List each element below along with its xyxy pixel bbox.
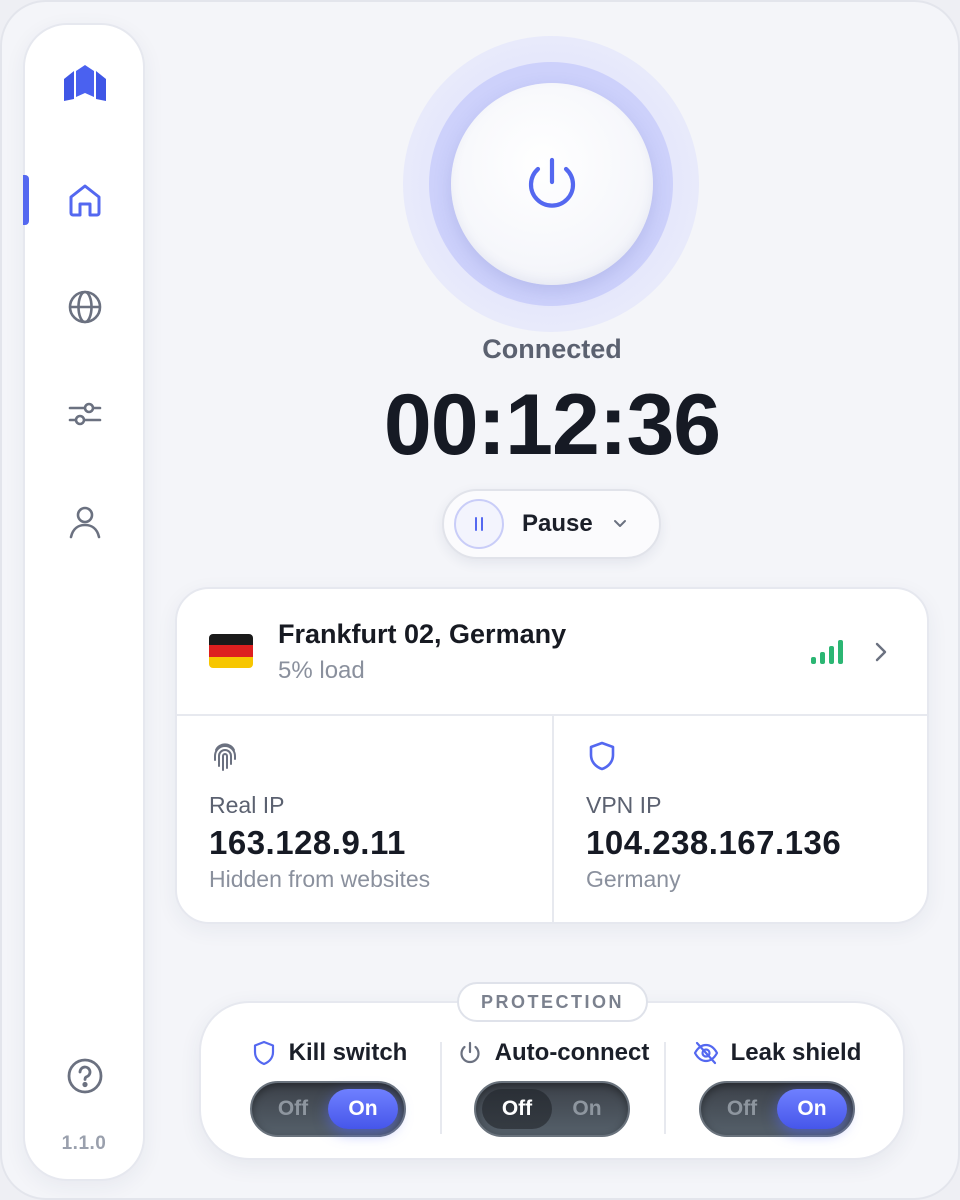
power-icon: [528, 157, 576, 208]
real-ip-title: Real IP: [209, 792, 285, 818]
sidebar: 1.1.0: [23, 23, 145, 1181]
eye-off-icon: [693, 1041, 718, 1065]
toggle-off-option[interactable]: Off: [707, 1089, 777, 1129]
pause-icon: [454, 499, 504, 549]
kill-switch-toggle[interactable]: Off On: [250, 1081, 406, 1137]
auto-connect-label: Auto-connect: [494, 1039, 650, 1066]
protection-label: PROTECTION: [457, 982, 648, 1022]
connection-status: Connected: [482, 334, 622, 364]
sidebar-item-account[interactable]: [56, 493, 114, 551]
leak-shield-label: Leak shield: [730, 1039, 862, 1066]
auto-connect-toggle[interactable]: Off On: [474, 1081, 630, 1137]
user-icon: [69, 506, 101, 539]
vpn-ip-title: VPN IP: [586, 792, 662, 818]
fingerprint-icon: [214, 743, 236, 771]
real-ip-cell: Real IP 163.128.9.11 Hidden from website…: [177, 716, 552, 922]
pause-button[interactable]: Pause: [442, 489, 661, 559]
vpn-ip-location: Germany: [586, 866, 681, 892]
shield-icon: [589, 741, 615, 771]
toggle-on-option[interactable]: On: [552, 1089, 622, 1129]
power-icon: [460, 1041, 480, 1064]
germany-flag-icon: [209, 634, 253, 668]
chevron-down-icon: [613, 520, 626, 527]
real-ip-note: Hidden from websites: [209, 866, 431, 892]
toggle-on-option[interactable]: On: [777, 1089, 847, 1129]
shield-icon: [253, 1040, 274, 1066]
kill-switch-label: Kill switch: [288, 1039, 408, 1066]
toggle-off-option[interactable]: Off: [482, 1089, 552, 1129]
toggle-on-option[interactable]: On: [328, 1089, 398, 1129]
real-ip-value: 163.128.9.11: [209, 824, 406, 861]
globe-icon: [68, 290, 102, 324]
server-selector[interactable]: Frankfurt 02, Germany 5% load: [177, 589, 927, 714]
sliders-icon: [68, 402, 102, 426]
home-icon: [69, 184, 101, 217]
toggle-off-option[interactable]: Off: [258, 1089, 328, 1129]
pause-label: Pause: [522, 510, 593, 537]
sidebar-item-settings[interactable]: [56, 385, 114, 443]
signal-strength-icon: [811, 640, 843, 664]
vpn-ip-cell: VPN IP 104.238.167.136 Germany: [554, 716, 927, 922]
leak-shield-toggle[interactable]: Off On: [699, 1081, 855, 1137]
nav-active-indicator: [23, 175, 29, 225]
server-load: 5% load: [278, 657, 365, 684]
sidebar-item-servers[interactable]: [56, 278, 114, 336]
auto-connect-control: Auto-connect Off On: [442, 1001, 664, 1160]
app-logo: [64, 65, 106, 101]
connection-timer: 00:12:36: [383, 377, 721, 473]
leak-shield-control: Leak shield Off On: [666, 1001, 888, 1160]
server-card: Frankfurt 02, Germany 5% load Real IP 16…: [175, 587, 929, 924]
app-version: 1.1.0: [61, 1133, 107, 1154]
server-name: Frankfurt 02, Germany: [278, 619, 567, 649]
vpn-ip-value: 104.238.167.136: [586, 824, 842, 861]
kill-switch-control: Kill switch Off On: [217, 1001, 441, 1160]
vpn-app-window: 1.1.0 Connected 00:12:36 Pause Frankfurt…: [0, 0, 960, 1200]
sidebar-item-home[interactable]: [56, 171, 114, 229]
chevron-right-icon: [875, 642, 887, 662]
help-circle-icon[interactable]: [64, 1055, 106, 1097]
connect-power-button[interactable]: [451, 83, 653, 285]
